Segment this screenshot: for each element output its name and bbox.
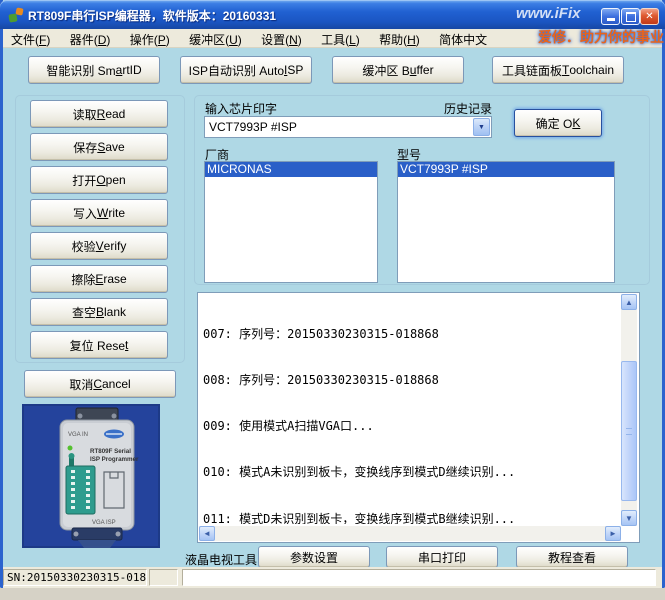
- chip-combo[interactable]: VCT7993P #ISP ▼: [204, 116, 492, 138]
- scroll-up-button[interactable]: ▲: [621, 294, 637, 310]
- parameter-settings-button[interactable]: 参数设置: [258, 546, 370, 568]
- log-line: 008: 序列号：20150330230315-018868: [203, 373, 439, 388]
- maximize-button[interactable]: [621, 8, 640, 25]
- close-icon: ✕: [645, 11, 654, 22]
- blank-button[interactable]: 查空 Blank: [30, 298, 168, 326]
- cancel-button[interactable]: 取消 Cancel: [24, 370, 176, 398]
- scroll-down-button[interactable]: ▼: [621, 510, 637, 526]
- log-output[interactable]: 007: 序列号：20150330230315-018868 008: 序列号：…: [197, 292, 640, 543]
- chip-combo-value: VCT7993P #ISP: [209, 120, 297, 134]
- manufacturer-list[interactable]: MICRONAS: [204, 161, 378, 283]
- menu-operate[interactable]: 操作(P): [122, 29, 178, 48]
- log-line: 010: 模式A未识别到板卡，变换线序到模式D继续识别...: [203, 465, 516, 480]
- menu-device[interactable]: 器件(D): [62, 29, 119, 48]
- tutorial-view-button[interactable]: 教程查看: [516, 546, 628, 568]
- log-horizontal-scrollbar[interactable]: ◄ ►: [199, 526, 621, 541]
- watermark-bottom: 爱修．助力你的事业: [538, 29, 664, 45]
- photo-vga-isp-label: VGA ISP: [92, 520, 116, 526]
- read-button[interactable]: 读取 Read: [30, 100, 168, 128]
- log-line: 009: 使用模式A扫描VGA口...: [203, 419, 374, 434]
- minimize-icon: [606, 18, 615, 21]
- progress-bar: [182, 569, 656, 586]
- autoisp-button[interactable]: ISP自动识别 Auto I SP: [180, 56, 312, 84]
- manufacturer-list-item-selected[interactable]: MICRONAS: [205, 162, 377, 177]
- photo-device-line1: RT809F Serial: [90, 448, 131, 455]
- save-button[interactable]: 保存 Save: [30, 133, 168, 161]
- title-bar: RT809F串行ISP编程器，软件版本：20160331 www.iFix ✕: [0, 0, 665, 29]
- minimize-button[interactable]: [601, 8, 620, 25]
- menu-tools[interactable]: 工具(L): [313, 29, 368, 48]
- menu-language[interactable]: 简体中文: [431, 29, 495, 48]
- erase-button[interactable]: 擦除 Erase: [30, 265, 168, 293]
- menu-file[interactable]: 文件(F): [3, 29, 58, 48]
- ok-button[interactable]: 确定 OK: [514, 109, 602, 137]
- log-line: 011: 模式D未识别到板卡，变换线序到模式B继续识别...: [203, 511, 516, 524]
- menu-settings[interactable]: 设置(N): [253, 29, 310, 48]
- desktop: RT809F串行ISP编程器，软件版本：20160331 www.iFix ✕ …: [0, 0, 665, 600]
- close-button[interactable]: ✕: [640, 8, 659, 25]
- menu-buffer[interactable]: 缓冲区(U): [181, 29, 250, 48]
- window-title: RT809F串行ISP编程器，软件版本：20160331: [28, 9, 277, 23]
- reset-button[interactable]: 复位 Rese t: [30, 331, 168, 359]
- chip-combo-dropdown[interactable]: ▼: [473, 118, 490, 136]
- scroll-right-button[interactable]: ►: [605, 526, 621, 541]
- chevron-down-icon: ▼: [478, 123, 485, 131]
- verify-button[interactable]: 校验 Verify: [30, 232, 168, 260]
- scroll-up-icon: ▲: [625, 297, 633, 307]
- smartid-button[interactable]: 智能识别 Sm a rtID: [28, 56, 160, 84]
- lcd-tv-tools-label: 液晶电视工具: [185, 553, 258, 567]
- write-button[interactable]: 写入 Write: [30, 199, 168, 227]
- watermark-top: www.iFix: [516, 5, 581, 22]
- model-list-item-selected[interactable]: VCT7993P #ISP: [398, 162, 614, 177]
- toolchain-button[interactable]: 工具链面板 Toolchain: [492, 56, 624, 84]
- model-list[interactable]: VCT7993P #ISP: [397, 161, 615, 283]
- programmer-photo: VGA IN RT809F Serial ISP Programmer VGA …: [20, 402, 162, 550]
- log-text: 007: 序列号：20150330230315-018868 008: 序列号：…: [203, 296, 599, 524]
- history-label: 历史记录: [444, 102, 493, 116]
- serial-number-panel: SN:20150330230315-018868: [3, 569, 147, 586]
- buffer-button[interactable]: 缓冲区 Bu ffer: [332, 56, 464, 84]
- serial-print-button[interactable]: 串口打印: [386, 546, 498, 568]
- menu-help[interactable]: 帮助(H): [371, 29, 428, 48]
- scroll-left-button[interactable]: ◄: [199, 526, 215, 541]
- maximize-icon: [625, 12, 636, 22]
- open-button[interactable]: 打开 Open: [30, 166, 168, 194]
- app-icon: [8, 7, 24, 23]
- scroll-left-icon: ◄: [203, 529, 211, 538]
- chip-input-label: 输入芯片印字: [205, 102, 278, 116]
- status-spacer-panel: [149, 569, 178, 586]
- scroll-right-icon: ►: [609, 529, 617, 538]
- photo-vga-in-label: VGA IN: [68, 432, 88, 438]
- scroll-thumb[interactable]: [621, 361, 637, 501]
- photo-device-line2: ISP Programmer: [90, 456, 139, 463]
- log-line: 007: 序列号：20150330230315-018868: [203, 326, 439, 341]
- scroll-down-icon: ▼: [625, 513, 633, 523]
- log-vertical-scrollbar[interactable]: ▲ ▼: [621, 294, 637, 526]
